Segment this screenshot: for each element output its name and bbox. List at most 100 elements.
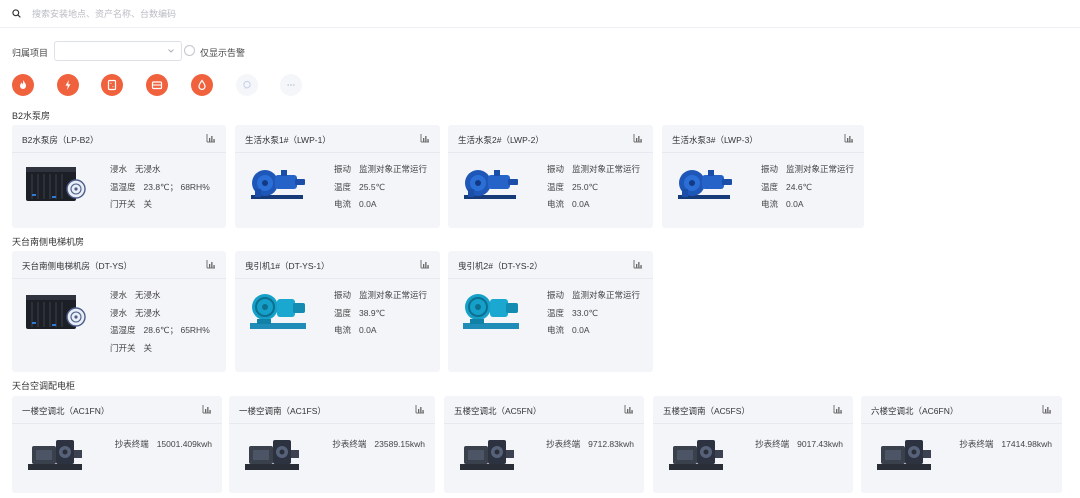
bar-chart-icon[interactable] — [415, 404, 425, 414]
device-card-title: 生活水泵1#（LWP-1） — [245, 135, 331, 145]
metric-value: 24.6℃ — [786, 181, 813, 192]
metric-label: 浸水 — [110, 307, 128, 318]
card-divider — [235, 152, 440, 153]
device-metrics: 振动 监测对象正常运行 温度 33.0℃ 电流 0.0A — [547, 287, 640, 340]
device-image — [24, 161, 88, 207]
bar-chart-icon[interactable] — [833, 404, 843, 414]
metric-value: 25.5℃ — [359, 181, 386, 192]
metric-value: 无浸水 — [135, 164, 161, 174]
device-card[interactable]: 六楼空调北（AC6FN） 抄表终端 17414.98kwh — [861, 396, 1062, 493]
metric-label: 电流 — [334, 199, 352, 210]
metric-label: 温度 — [547, 307, 565, 318]
metric-row: 浸水 无浸水 — [110, 287, 210, 305]
device-image — [460, 161, 524, 207]
metric-row: 温度 25.5℃ — [334, 179, 427, 197]
device-image — [24, 432, 88, 478]
card-divider — [448, 278, 653, 279]
metric-label: 温湿度 — [110, 325, 136, 336]
bar-chart-icon[interactable] — [624, 404, 634, 414]
device-card[interactable]: 一楼空调北（AC1FN） 抄表终端 15001.409kwh — [12, 396, 222, 493]
device-image — [665, 432, 729, 478]
bar-chart-icon[interactable] — [420, 133, 430, 143]
bar-chart-icon[interactable] — [844, 133, 854, 143]
metric-value: 23.8℃； 68RH% — [143, 181, 210, 192]
metric-label: 振动 — [761, 164, 779, 174]
metric-label: 温度 — [334, 307, 352, 318]
category-water-button[interactable] — [191, 74, 213, 96]
metric-label: 振动 — [334, 164, 352, 174]
category-elevator-button[interactable] — [101, 74, 123, 96]
fire-icon — [20, 80, 26, 89]
device-metrics: 振动 监测对象正常运行 温度 25.5℃ 电流 0.0A — [334, 161, 427, 214]
search-input[interactable] — [32, 5, 632, 23]
metric-row: 门开关关 — [110, 196, 210, 214]
bar-chart-icon[interactable] — [206, 133, 216, 143]
meter-value: 9712.83kwh — [588, 439, 634, 449]
card-divider — [448, 152, 653, 153]
metric-row: 振动 监测对象正常运行 — [761, 161, 854, 179]
device-image — [674, 161, 738, 207]
metric-row: 电流 0.0A — [334, 322, 427, 340]
card-divider — [444, 423, 644, 424]
device-card-title: 六楼空调北（AC6FN） — [871, 406, 959, 416]
metric-row: 振动 监测对象正常运行 — [547, 287, 640, 305]
metric-value: 监测对象正常运行 — [786, 164, 855, 174]
device-card-title: 生活水泵2#（LWP-2） — [458, 135, 544, 145]
meter-value: 17414.98kwh — [1001, 439, 1052, 449]
device-metrics: 振动 监测对象正常运行 温度 25.0℃ 电流 0.0A — [547, 161, 640, 214]
project-select[interactable] — [54, 41, 182, 61]
metric-label: 振动 — [547, 290, 565, 300]
alarm-only-radio[interactable] — [184, 45, 195, 56]
device-card[interactable]: 曳引机1#（DT-YS-1） 振动 监测对象正常运行 温度 38.9℃ 电流 0.0A — [235, 251, 440, 372]
meter-value: 9017.43kwh — [797, 439, 843, 449]
card-divider — [861, 423, 1062, 424]
bar-chart-icon[interactable] — [633, 133, 643, 143]
metric-label: 温湿度 — [110, 181, 136, 192]
metric-value: 25.0℃ — [572, 181, 599, 192]
search-icon[interactable] — [12, 9, 21, 18]
section-title-ac-cabinet: 天台空调配电柜 — [12, 381, 76, 391]
bar-chart-icon[interactable] — [1042, 404, 1052, 414]
device-card[interactable]: 五楼空调北（AC5FN） 抄表终端 9712.83kwh — [444, 396, 644, 493]
bar-chart-icon[interactable] — [633, 259, 643, 269]
metric-row: 温湿度 28.6℃； 65RH% — [110, 322, 210, 340]
device-image — [24, 289, 88, 335]
metric-row: 振动 监测对象正常运行 — [547, 161, 640, 179]
device-metrics: 浸水 无浸水 浸水 无浸水 温湿度 28.6℃； 65RH% 门开关关 — [110, 287, 210, 357]
metric-label: 振动 — [334, 290, 352, 300]
device-metrics: 振动 监测对象正常运行 温度 24.6℃ 电流 0.0A — [761, 161, 854, 214]
bar-chart-icon[interactable] — [206, 259, 216, 269]
metric-row: 电流 0.0A — [547, 322, 640, 340]
category-chat-button[interactable] — [236, 74, 258, 96]
category-power-button[interactable] — [57, 74, 79, 96]
category-cabinet-button[interactable] — [146, 74, 168, 96]
device-card[interactable]: 一楼空调南（AC1FS） 抄表终端 23589.15kwh — [229, 396, 435, 493]
metric-row: 振动 监测对象正常运行 — [334, 287, 427, 305]
metric-label: 振动 — [547, 164, 565, 174]
metric-value: 无浸水 — [135, 307, 161, 318]
device-card[interactable]: 生活水泵2#（LWP-2） 振动 监测对象正常运行 温度 25.0℃ 电流 0.0A — [448, 125, 653, 228]
card-divider — [12, 423, 222, 424]
device-image — [247, 289, 311, 335]
alarm-only-label[interactable]: 仅显示告警 — [200, 46, 245, 59]
device-card[interactable]: 五楼空调南（AC5FS） 抄表终端 9017.43kwh — [653, 396, 853, 493]
device-card[interactable]: 生活水泵3#（LWP-3） 振动 监测对象正常运行 温度 24.6℃ 电流 0.0A — [662, 125, 864, 228]
device-card[interactable]: 生活水泵1#（LWP-1） 振动 监测对象正常运行 温度 25.5℃ 电流 0.0A — [235, 125, 440, 228]
elevator-icon — [107, 79, 117, 91]
metric-value: 监测对象正常运行 — [572, 164, 641, 174]
meter-label: 抄表终端 — [755, 439, 790, 449]
meter-label: 抄表终端 — [114, 439, 149, 449]
metric-row: 电流 0.0A — [761, 196, 854, 214]
device-card-title: 五楼空调北（AC5FN） — [454, 406, 542, 416]
card-divider — [235, 278, 440, 279]
category-fire-button[interactable] — [12, 74, 34, 96]
device-card[interactable]: 天台南侧电梯机房（DT-YS） 浸水 无浸水 浸水 无浸水 温湿度 28.6℃； 65RH%… — [12, 251, 226, 372]
metric-value: 监测对象正常运行 — [359, 164, 428, 174]
bar-chart-icon[interactable] — [420, 259, 430, 269]
bar-chart-icon[interactable] — [202, 404, 212, 414]
card-divider — [662, 152, 864, 153]
device-card[interactable]: 曳引机2#（DT-YS-2） 振动 监测对象正常运行 温度 33.0℃ 电流 0.0A — [448, 251, 653, 372]
metric-row: 浸水 无浸水 — [110, 161, 210, 179]
category-more-button[interactable] — [280, 74, 302, 96]
device-card[interactable]: B2水泵房（LP-B2） 浸水 无浸水 温湿度 23.8℃； 68RH% 门开关关 — [12, 125, 226, 228]
